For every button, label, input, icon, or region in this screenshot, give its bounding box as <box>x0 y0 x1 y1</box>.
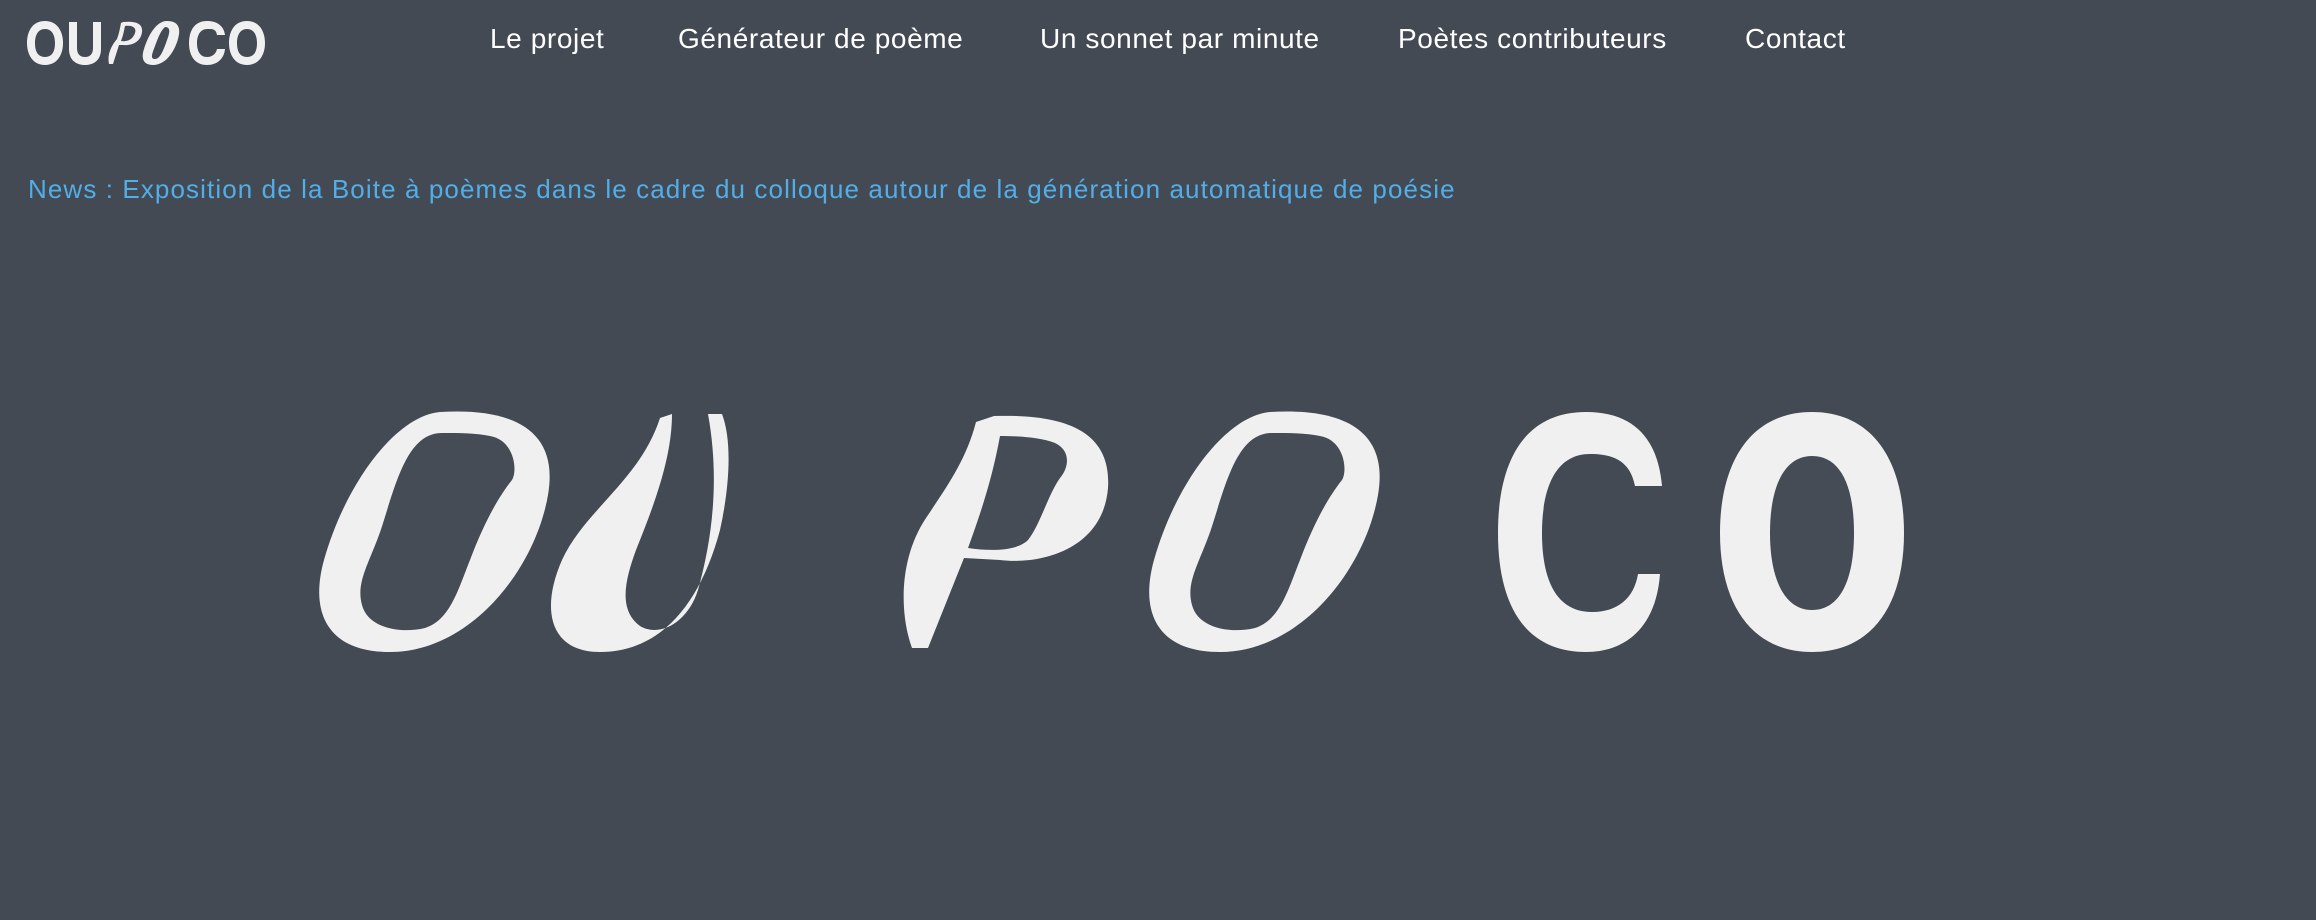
page: Le projet Générateur de poème Un sonnet … <box>0 0 2316 920</box>
nav-item-contact[interactable]: Contact <box>1745 22 1846 56</box>
oupoco-hero-logo-icon <box>319 411 1904 652</box>
nav-item-le-projet[interactable]: Le projet <box>490 22 604 56</box>
main-nav: Le projet Générateur de poème Un sonnet … <box>0 0 2316 80</box>
nav-item-generateur[interactable]: Générateur de poème <box>678 22 963 56</box>
hero-logo <box>300 400 1940 670</box>
news-link[interactable]: News : Exposition de la Boite à poèmes d… <box>28 172 1456 206</box>
nav-item-poetes-contributeurs[interactable]: Poètes contributeurs <box>1398 22 1667 56</box>
nav-item-sonnet-par-minute[interactable]: Un sonnet par minute <box>1040 22 1320 56</box>
